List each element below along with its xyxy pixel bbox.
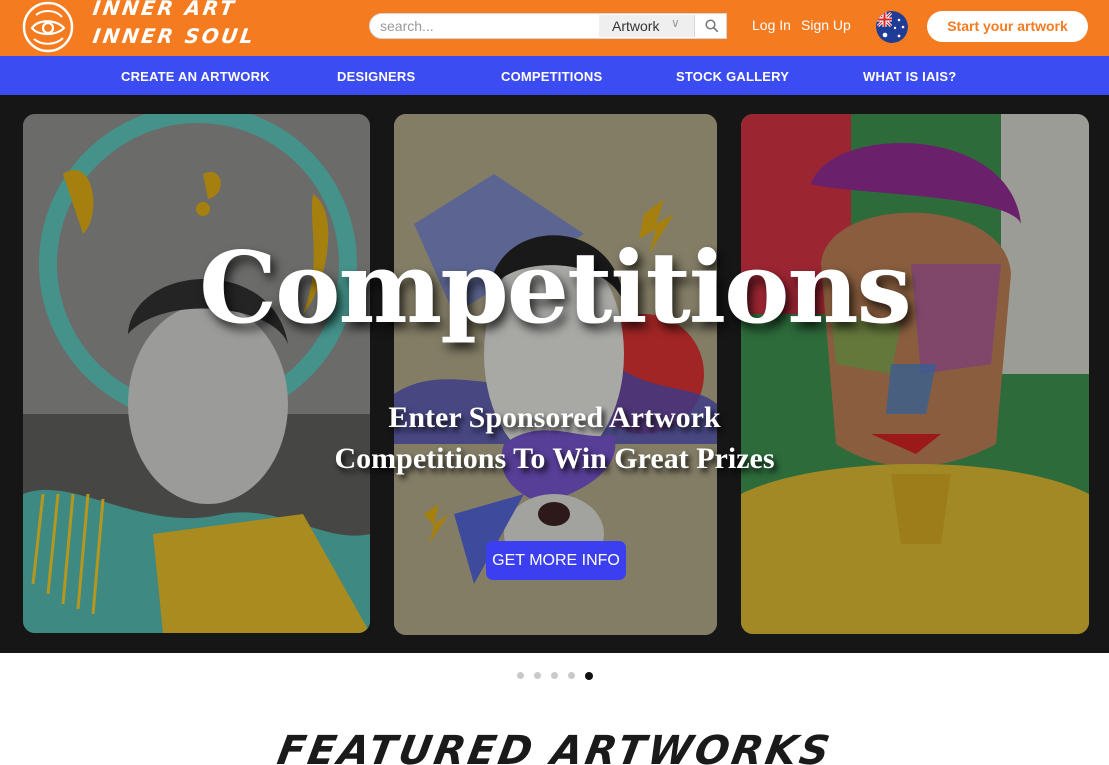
australia-flag-icon[interactable] <box>876 11 908 43</box>
search-bar: Artwork ∨ <box>369 13 727 39</box>
nav-item-what-is-iais[interactable]: WHAT IS IAIS? <box>863 69 956 84</box>
nav-item-stock-gallery[interactable]: STOCK GALLERY <box>676 69 789 84</box>
login-link[interactable]: Log In <box>752 17 791 33</box>
search-input[interactable] <box>380 17 595 35</box>
slider-dot-active[interactable] <box>585 671 593 680</box>
featured-artworks-heading: Featured Artworks <box>0 728 1109 765</box>
search-category-select[interactable]: Artwork ∨ <box>599 15 695 37</box>
start-artwork-button[interactable]: Start your artwork <box>927 11 1088 42</box>
slider-dot[interactable] <box>517 672 524 679</box>
get-more-info-button[interactable]: GET MORE INFO <box>486 541 626 580</box>
chevron-down-icon: ∨ <box>671 16 680 30</box>
signup-link[interactable]: Sign Up <box>801 17 851 33</box>
hero-subtitle-line-1: Enter Sponsored Artwork <box>388 401 721 434</box>
logo-icon[interactable] <box>22 1 74 53</box>
logo-line-2: Inner Soul <box>91 24 258 48</box>
featured-heading-text: Featured Artworks <box>273 728 836 765</box>
search-icon <box>705 19 719 33</box>
slider-dot[interactable] <box>551 672 558 679</box>
logo-text[interactable]: Inner Art Inner Soul <box>91 0 258 50</box>
nav-item-create-artwork[interactable]: CREATE AN ARTWORK <box>121 69 270 84</box>
hero-slider: Competitions Enter Sponsored Artwork Com… <box>0 95 1109 653</box>
nav-item-competitions[interactable]: COMPETITIONS <box>501 69 602 84</box>
main-nav: CREATE AN ARTWORK DESIGNERS COMPETITIONS… <box>0 56 1109 95</box>
search-button[interactable] <box>699 15 725 37</box>
slider-dot[interactable] <box>568 672 575 679</box>
logo-line-1: Inner Art <box>91 0 238 20</box>
nav-item-designers[interactable]: DESIGNERS <box>337 69 415 84</box>
hero-title: Competitions <box>199 231 912 346</box>
search-category-label: Artwork <box>612 18 660 34</box>
hero-subtitle-line-2: Competitions To Win Great Prizes <box>334 442 775 475</box>
slider-dot[interactable] <box>534 672 541 679</box>
top-header: Inner Art Inner Soul Artwork ∨ Log In Si… <box>0 0 1109 56</box>
